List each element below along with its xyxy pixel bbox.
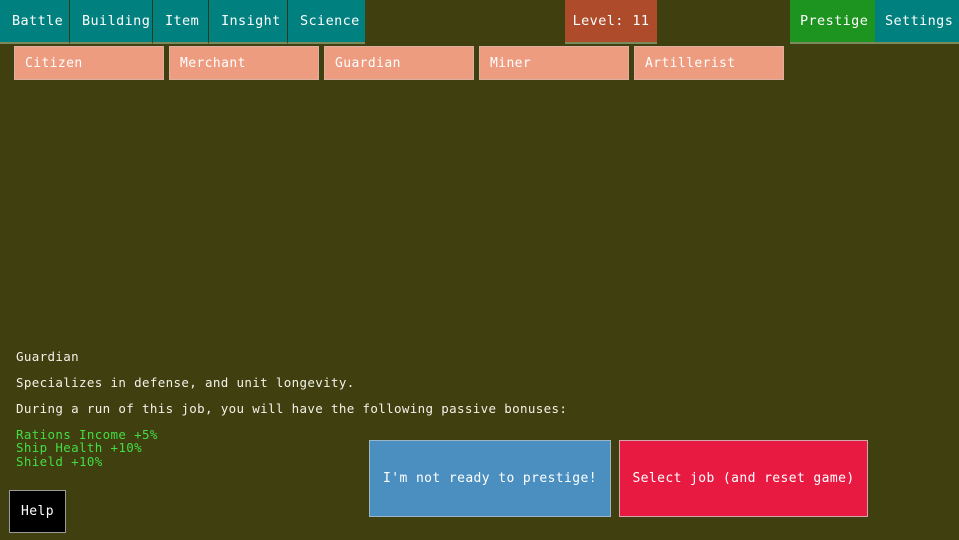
help-button-label: Help bbox=[21, 504, 54, 519]
job-tab-miner[interactable]: Miner bbox=[479, 46, 629, 80]
job-detail-bonus-intro: During a run of this job, you will have … bbox=[16, 402, 716, 415]
job-bonus-item: Ship Health +10% bbox=[16, 441, 716, 454]
nav-tab-insight[interactable]: Insight bbox=[209, 0, 288, 44]
level-badge: Level: 11 bbox=[565, 0, 657, 44]
job-tab-citizen-label: Citizen bbox=[25, 56, 83, 71]
nav-tab-item-label: Item bbox=[165, 13, 199, 29]
level-badge-label: Level: 11 bbox=[573, 13, 650, 29]
job-detail-description: Specializes in defense, and unit longevi… bbox=[16, 376, 716, 389]
nav-tab-item[interactable]: Item bbox=[153, 0, 209, 44]
nav-tab-prestige-label: Prestige bbox=[800, 13, 868, 29]
job-tab-citizen[interactable]: Citizen bbox=[14, 46, 164, 80]
job-tab-merchant[interactable]: Merchant bbox=[169, 46, 319, 80]
not-ready-to-prestige-label: I'm not ready to prestige! bbox=[383, 471, 597, 486]
nav-tab-battle-label: Battle bbox=[12, 13, 63, 29]
nav-tab-prestige[interactable]: Prestige bbox=[790, 0, 875, 44]
nav-tab-settings-label: Settings bbox=[885, 13, 953, 29]
job-bonus-list: Rations Income +5% Ship Health +10% Shie… bbox=[16, 428, 716, 468]
nav-tab-science[interactable]: Science bbox=[288, 0, 365, 44]
job-detail-title: Guardian bbox=[16, 350, 716, 363]
job-tab-artillerist-label: Artillerist bbox=[645, 56, 736, 71]
job-bonus-item: Rations Income +5% bbox=[16, 428, 716, 441]
job-detail-panel: Guardian Specializes in defense, and uni… bbox=[16, 350, 716, 468]
nav-tab-insight-label: Insight bbox=[221, 13, 281, 29]
job-tab-artillerist[interactable]: Artillerist bbox=[634, 46, 784, 80]
job-tab-guardian-label: Guardian bbox=[335, 56, 401, 71]
not-ready-to-prestige-button[interactable]: I'm not ready to prestige! bbox=[369, 440, 611, 517]
job-tab-miner-label: Miner bbox=[490, 56, 531, 71]
job-tab-merchant-label: Merchant bbox=[180, 56, 246, 71]
select-job-and-reset-button[interactable]: Select job (and reset game) bbox=[619, 440, 868, 517]
nav-tab-science-label: Science bbox=[300, 13, 360, 29]
nav-tab-battle[interactable]: Battle bbox=[0, 0, 70, 44]
nav-tab-building-label: Building bbox=[82, 13, 150, 29]
nav-tab-building[interactable]: Building bbox=[70, 0, 153, 44]
job-bonus-item: Shield +10% bbox=[16, 455, 716, 468]
job-tab-bar: Citizen Merchant Guardian Miner Artiller… bbox=[0, 46, 959, 82]
top-navigation-bar: Battle Building Item Insight Science Lev… bbox=[0, 0, 959, 44]
help-button[interactable]: Help bbox=[9, 490, 66, 533]
job-tab-guardian[interactable]: Guardian bbox=[324, 46, 474, 80]
nav-tab-settings[interactable]: Settings bbox=[875, 0, 959, 44]
select-job-and-reset-label: Select job (and reset game) bbox=[632, 471, 854, 486]
